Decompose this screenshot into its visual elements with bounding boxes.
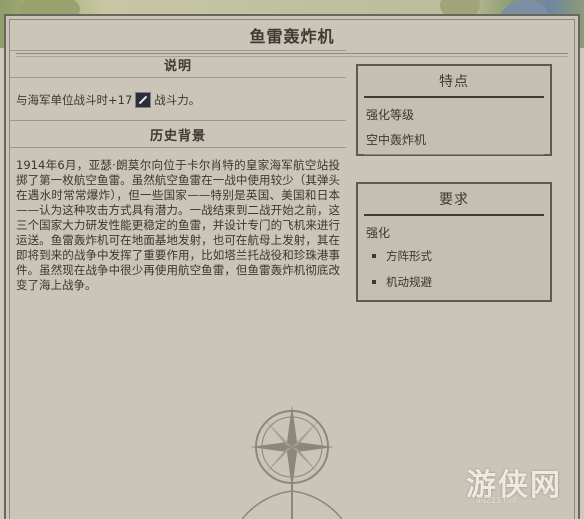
requirements-heading: 要求 [439, 192, 469, 208]
traits-box: 特点 强化等级 空中轰炸机 [356, 64, 552, 156]
traits-heading: 特点 [439, 74, 469, 90]
description-text-after: 战斗力。 [154, 93, 201, 107]
bullet-icon [372, 254, 376, 258]
bullet-icon [372, 280, 376, 284]
watermark-url: ali213.net [476, 496, 517, 505]
traits-sub-heading: 强化等级 [366, 108, 415, 122]
requirement-item[interactable]: 方阵形式 [358, 243, 550, 269]
traits-item: 空中轰炸机 [366, 133, 427, 147]
compass-rose-icon [242, 405, 342, 519]
requirements-box: 要求 强化 方阵形式 机动规避 [356, 182, 552, 302]
history-text: 1914年6月，亚瑟·朗莫尔向位于卡尔肖特的皇家海军航空站投掷了第一枚航空鱼雷。… [16, 158, 340, 292]
title-bar: 鱼雷轰炸机 [12, 20, 572, 50]
requirement-label: 机动规避 [386, 275, 432, 289]
requirement-item[interactable]: 机动规避 [358, 269, 550, 295]
sword-strength-icon [135, 92, 152, 108]
history-heading: 历史背景 [10, 120, 346, 148]
description-heading: 说明 [10, 50, 346, 78]
left-column: 说明 与海军单位战斗时+17 战斗力。 历史背景 1914年6月，亚瑟·朗莫尔向… [10, 50, 346, 293]
requirement-label: 方阵形式 [386, 249, 432, 263]
description-text: 与海军单位战斗时+17 战斗力。 [10, 78, 346, 120]
requirements-sub-heading: 强化 [366, 226, 391, 240]
page-title: 鱼雷轰炸机 [249, 27, 335, 46]
description-text-before: 与海军单位战斗时+17 [16, 93, 133, 107]
